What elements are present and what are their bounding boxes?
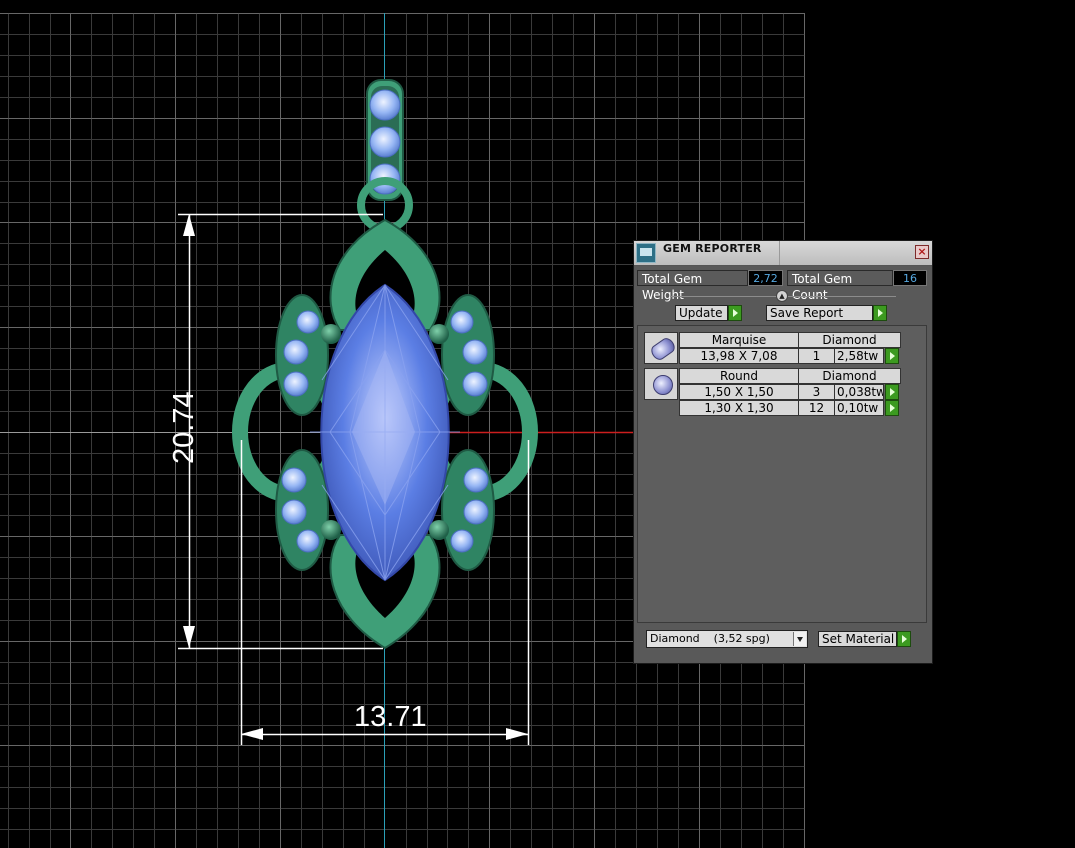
- collapse-toggle-icon[interactable]: ▲: [776, 290, 788, 302]
- gem-reporter-panel[interactable]: GEM REPORTER × Total Gem Weight 2,72 Tot…: [633, 240, 933, 664]
- gem-reporter-app-icon: [636, 243, 656, 263]
- round-gem-icon[interactable]: [644, 368, 678, 400]
- total-gem-weight-label: Total Gem Weight: [637, 270, 748, 302]
- gem-list[interactable]: Marquise Diamond 13,98 X 7,08 1 2,58tw R…: [637, 325, 927, 623]
- material-select[interactable]: Diamond (3,52 spg): [646, 630, 808, 648]
- select-gem-go-icon[interactable]: [885, 348, 899, 364]
- update-button[interactable]: Update: [675, 305, 728, 321]
- set-material-go-icon[interactable]: [897, 631, 911, 647]
- panel-titlebar[interactable]: GEM REPORTER ×: [634, 241, 932, 266]
- save-report-go-icon[interactable]: [873, 305, 887, 321]
- total-gem-count-label: Total Gem Count: [787, 270, 893, 302]
- close-icon[interactable]: ×: [915, 245, 929, 259]
- total-gem-weight-value: 2,72: [748, 270, 783, 286]
- bail-stone: [369, 89, 401, 121]
- set-material-button[interactable]: Set Material: [818, 631, 897, 647]
- save-report-button[interactable]: Save Report: [766, 305, 873, 321]
- panel-title: GEM REPORTER: [663, 242, 762, 255]
- accent-bead: [429, 520, 449, 540]
- width-dimension-label: 13.71: [354, 701, 427, 733]
- material-select-value: Diamond (3,52 spg): [650, 632, 770, 645]
- gem-count-cell: 3: [798, 384, 835, 400]
- gem-shape-cell: Round: [679, 368, 799, 384]
- chevron-down-icon[interactable]: [793, 632, 806, 646]
- update-go-icon[interactable]: [728, 305, 742, 321]
- accent-bead: [321, 520, 341, 540]
- height-dimension-label: 20.74: [168, 391, 200, 464]
- select-gem-go-icon[interactable]: [885, 400, 899, 416]
- gem-shape-cell: Marquise: [679, 332, 799, 348]
- gem-size-cell: 1,50 X 1,50: [679, 384, 799, 400]
- gem-count-cell: 1: [798, 348, 835, 364]
- marquise-gem-icon[interactable]: [644, 332, 678, 364]
- gem-size-cell: 13,98 X 7,08: [679, 348, 799, 364]
- select-gem-go-icon[interactable]: [885, 384, 899, 400]
- gem-material-cell: Diamond: [798, 368, 901, 384]
- gem-material-cell: Diamond: [798, 332, 901, 348]
- accent-bead: [321, 324, 341, 344]
- gem-size-cell: 1,30 X 1,30: [679, 400, 799, 416]
- bail-stone: [369, 126, 401, 158]
- gem-weight-cell: 0,038tw: [834, 384, 884, 400]
- accent-bead: [429, 324, 449, 344]
- gem-count-cell: 12: [798, 400, 835, 416]
- gem-weight-cell: 0,10tw: [834, 400, 884, 416]
- pendant-model[interactable]: [232, 79, 538, 650]
- titlebar-divider: [779, 241, 780, 265]
- gem-weight-cell: 2,58tw: [834, 348, 884, 364]
- total-gem-count-value: 16: [893, 270, 927, 286]
